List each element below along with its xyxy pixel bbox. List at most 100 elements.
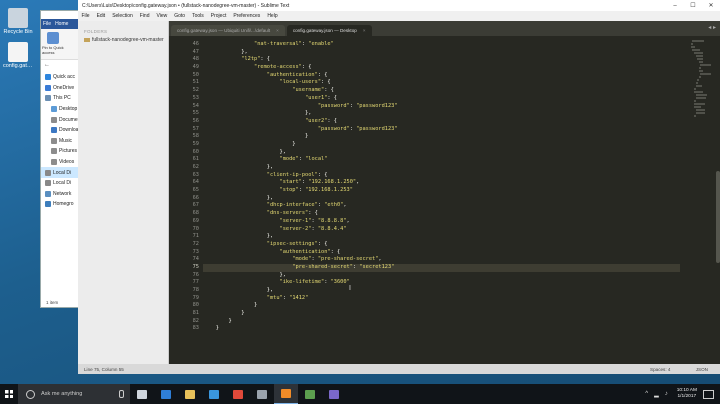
minimap-line	[695, 94, 707, 96]
line-number: 80	[192, 302, 199, 309]
code-line: }	[203, 310, 245, 317]
ribbon-tab-home[interactable]: Home	[53, 21, 70, 27]
volume-icon[interactable]: ♪	[662, 391, 671, 397]
minimap-line	[695, 97, 706, 99]
line-number: 48	[192, 56, 199, 63]
code-line: "ike-lifetime": "3600"	[279, 279, 350, 286]
tray-chevron-icon[interactable]: ^	[642, 391, 651, 397]
code-line: },	[203, 164, 274, 170]
tab-nav-arrows-icon[interactable]: ◂ ▸	[708, 24, 716, 31]
status-syntax[interactable]: JSON	[684, 367, 720, 372]
desktop-icon-label: config.gatew...	[3, 63, 33, 69]
pin-icon[interactable]	[47, 32, 59, 44]
status-bar: Line 75, Column 55 Spaces: 4 JSON	[78, 364, 720, 374]
search-placeholder: Ask me anything	[41, 391, 83, 397]
menu-item-help[interactable]: Help	[264, 13, 281, 19]
folder-icon	[51, 137, 57, 144]
code-line: "ipsec-settings": {	[266, 240, 328, 247]
minimap[interactable]	[686, 40, 714, 120]
folder-icon	[84, 37, 90, 42]
folder-icon	[45, 201, 51, 208]
maximize-icon[interactable]: ☐	[684, 2, 702, 9]
code-line: }	[203, 317, 232, 324]
vertical-scrollbar[interactable]	[716, 171, 720, 263]
line-number: 74	[192, 256, 199, 263]
code-line: "authentication": {	[279, 248, 341, 255]
app-icon-2[interactable]	[322, 384, 346, 404]
app-icon[interactable]	[298, 384, 322, 404]
menu-item-preferences[interactable]: Preferences	[230, 13, 264, 19]
task-view-icon[interactable]	[130, 384, 154, 404]
minimap-line	[694, 103, 706, 105]
folder-icon	[45, 190, 51, 197]
line-number: 47	[192, 48, 199, 55]
code-line: "server-2": "8.8.4.4"	[279, 225, 347, 232]
code-line: "nat-traversal": "enable"	[254, 41, 334, 47]
ribbon-tab-file[interactable]: File	[41, 21, 53, 27]
tab-label: config.gateway.json — Ubiquiti Unifi\...…	[177, 28, 271, 33]
code-line: "mode": "local"	[279, 156, 328, 163]
code-line: },	[203, 194, 274, 201]
minimap-line	[694, 115, 696, 117]
app-icon-2-glyph	[329, 389, 339, 399]
recycle-bin-icon[interactable]: Recycle Bin	[3, 8, 33, 35]
menu-item-goto[interactable]: Goto	[171, 13, 189, 19]
file-explorer-icon-glyph	[185, 389, 195, 399]
cortana-search[interactable]: Ask me anything	[18, 384, 130, 404]
chrome-icon[interactable]	[226, 384, 250, 404]
minimap-line	[695, 55, 703, 57]
store-icon[interactable]	[202, 384, 226, 404]
code-line: "mtu": "1412"	[266, 294, 309, 301]
folder-icon	[51, 148, 57, 155]
editor-tab[interactable]: config.gateway.json — Desktop ×	[286, 25, 372, 36]
menu-item-tools[interactable]: Tools	[189, 13, 208, 19]
nav-item-label: Desktop	[59, 106, 78, 113]
nav-item-label: OneDrive	[53, 84, 75, 91]
clock[interactable]: 10:10 AM 1/1/2017	[671, 388, 703, 400]
tab-close-icon[interactable]: ×	[363, 28, 366, 33]
sublime-titlebar[interactable]: C:\Users\Luis\Desktop\config.gateway.jso…	[78, 0, 720, 11]
code-area[interactable]: "nat-traversal": "enable" }, "l2tp": { "…	[203, 41, 680, 333]
action-center-icon[interactable]	[703, 389, 714, 399]
line-number: 83	[192, 325, 199, 332]
editor[interactable]: 46 47 48 49 50 51 52 53 54 55 56 57 58 59 60 61 62 63 64 65…	[169, 36, 720, 364]
menu-item-selection[interactable]: Selection	[109, 13, 137, 19]
sidebar-folder[interactable]: fullstack-nanodegree-vm-master	[78, 34, 168, 43]
folder-icon	[51, 159, 57, 166]
terminal-icon[interactable]	[250, 384, 274, 404]
tab-bar: config.gateway.json — Ubiquiti Unifi\...…	[169, 21, 720, 36]
menu-item-edit[interactable]: Edit	[93, 13, 109, 19]
code-line: "dns-servers": {	[266, 210, 318, 217]
window-title: C:\Users\Luis\Desktop\config.gateway.jso…	[82, 2, 290, 9]
microphone-icon[interactable]	[119, 390, 124, 398]
menu-item-view[interactable]: View	[153, 13, 171, 19]
edge-icon-glyph	[161, 389, 171, 399]
code-line: "pre-shared-secret": "secret123"	[203, 263, 680, 272]
status-position: Line 75, Column 55	[84, 366, 124, 372]
code-line: },	[203, 233, 274, 240]
sublime-icon[interactable]	[274, 384, 298, 404]
editor-tab[interactable]: config.gateway.json — Ubiquiti Unifi\...…	[171, 25, 285, 36]
json-file-icon[interactable]: config.gatew...	[3, 42, 33, 69]
menu-item-project[interactable]: Project	[207, 13, 230, 19]
minimize-icon[interactable]: –	[666, 3, 684, 9]
code-line: },	[203, 148, 286, 155]
code-line: },	[203, 287, 274, 293]
tab-close-icon[interactable]: ×	[276, 28, 279, 33]
sublime-body: FOLDERS fullstack-nanodegree-vm-master c…	[78, 21, 720, 364]
status-indentation[interactable]: Spaces: 4	[638, 367, 682, 372]
menu-item-file[interactable]: File	[78, 13, 93, 19]
menu-item-find[interactable]: Find	[136, 13, 153, 19]
minimap-line	[694, 88, 696, 90]
system-tray: ^ ▂ ♪ 10:10 AM 1/1/2017	[642, 384, 720, 404]
line-number: 70	[192, 225, 199, 232]
line-number: 53	[192, 94, 199, 101]
minimap-line	[698, 61, 704, 63]
folder-icon	[45, 95, 51, 102]
close-icon[interactable]: ✕	[702, 2, 720, 9]
start-button[interactable]	[0, 384, 18, 404]
edge-icon[interactable]	[154, 384, 178, 404]
minimap-line	[694, 106, 702, 108]
file-explorer-icon[interactable]	[178, 384, 202, 404]
network-icon[interactable]: ▂	[651, 391, 662, 398]
